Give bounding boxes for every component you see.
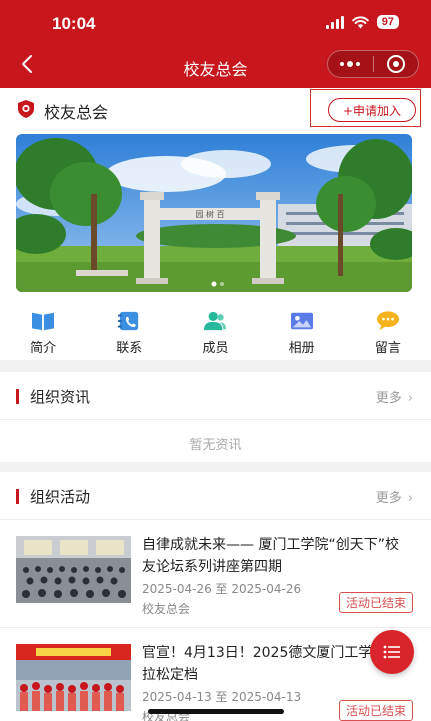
chevron-right-icon: › bbox=[407, 491, 413, 506]
activity-title: 自律成就未来—— 厦门工学院“创天下”校友论坛系列讲座第四期 bbox=[142, 537, 399, 575]
activity-section-header: 组织活动 更多 › bbox=[0, 472, 431, 520]
book-icon bbox=[32, 312, 55, 331]
floating-menu-button[interactable] bbox=[370, 630, 414, 674]
more-options-icon[interactable] bbox=[328, 61, 373, 67]
status-time: 10:04 bbox=[52, 14, 96, 33]
activity-thumbnail bbox=[16, 644, 131, 711]
wifi-icon bbox=[351, 15, 369, 28]
news-more-link[interactable]: 更多 › bbox=[376, 387, 413, 406]
battery-indicator: 97 bbox=[376, 15, 399, 29]
quick-link-album[interactable]: 相册 bbox=[259, 310, 345, 356]
mini-program-capsule bbox=[327, 50, 419, 78]
quick-links: 简介 联系 成员 相册 留言 bbox=[0, 310, 431, 356]
activity-thumbnail bbox=[16, 536, 131, 603]
association-logo-icon bbox=[18, 100, 34, 118]
quick-link-message[interactable]: 留言 bbox=[345, 310, 431, 356]
quick-link-intro[interactable]: 简介 bbox=[0, 310, 86, 356]
association-name: 校友总会 bbox=[44, 103, 109, 122]
activity-section: 组织活动 更多 › 自律成就未来—— 厦门工学院“创天下”校友论坛系列讲座第四期 … bbox=[0, 472, 431, 721]
members-icon bbox=[204, 311, 227, 331]
top-bar: 10:04 97 校友总会 bbox=[0, 0, 431, 88]
close-miniprogram-icon[interactable] bbox=[374, 55, 419, 73]
news-section-title: 组织资讯 bbox=[30, 388, 91, 406]
contact-book-icon bbox=[118, 311, 139, 331]
news-section-header: 组织资讯 更多 › bbox=[0, 372, 431, 420]
activity-item[interactable]: 自律成就未来—— 厦门工学院“创天下”校友论坛系列讲座第四期 2025-04-2… bbox=[0, 520, 431, 628]
activity-organizer: 校友总会 bbox=[142, 602, 191, 616]
album-icon bbox=[290, 312, 313, 330]
campus-gate-image: 园 树 百 bbox=[16, 134, 412, 292]
status-icons: 97 bbox=[325, 15, 399, 29]
list-menu-icon bbox=[383, 645, 400, 659]
activity-status-badge: 活动已结束 bbox=[338, 700, 413, 721]
quick-link-members[interactable]: 成员 bbox=[172, 310, 258, 356]
apply-join-button[interactable]: +申请加入 bbox=[328, 98, 416, 122]
banner-carousel[interactable]: 园 树 百 bbox=[16, 134, 412, 292]
quick-link-contact[interactable]: 联系 bbox=[86, 310, 172, 356]
chevron-right-icon: › bbox=[407, 391, 413, 406]
news-empty-text: 暂无资讯 bbox=[189, 438, 242, 453]
activity-more-link[interactable]: 更多 › bbox=[376, 487, 413, 506]
home-indicator bbox=[148, 709, 284, 714]
association-card: 校友总会 +申请加入 园 树 百 简介 联系 成员 相册 留言 bbox=[0, 88, 431, 360]
activity-status-badge: 活动已结束 bbox=[338, 592, 413, 613]
signal-icon bbox=[325, 15, 344, 29]
activity-section-title: 组织活动 bbox=[30, 488, 91, 506]
activity-item[interactable]: 官宣！4月13日！2025德文厦门工学院马拉松定档 2025-04-13 至 2… bbox=[0, 628, 431, 721]
svg-text:园 树 百: 园 树 百 bbox=[195, 209, 224, 219]
activity-date: 2025-04-13 至 2025-04-13 bbox=[142, 690, 302, 704]
message-icon bbox=[376, 311, 399, 331]
activity-date: 2025-04-26 至 2025-04-26 bbox=[142, 582, 302, 596]
news-section: 组织资讯 更多 › 暂无资讯 bbox=[0, 372, 431, 462]
